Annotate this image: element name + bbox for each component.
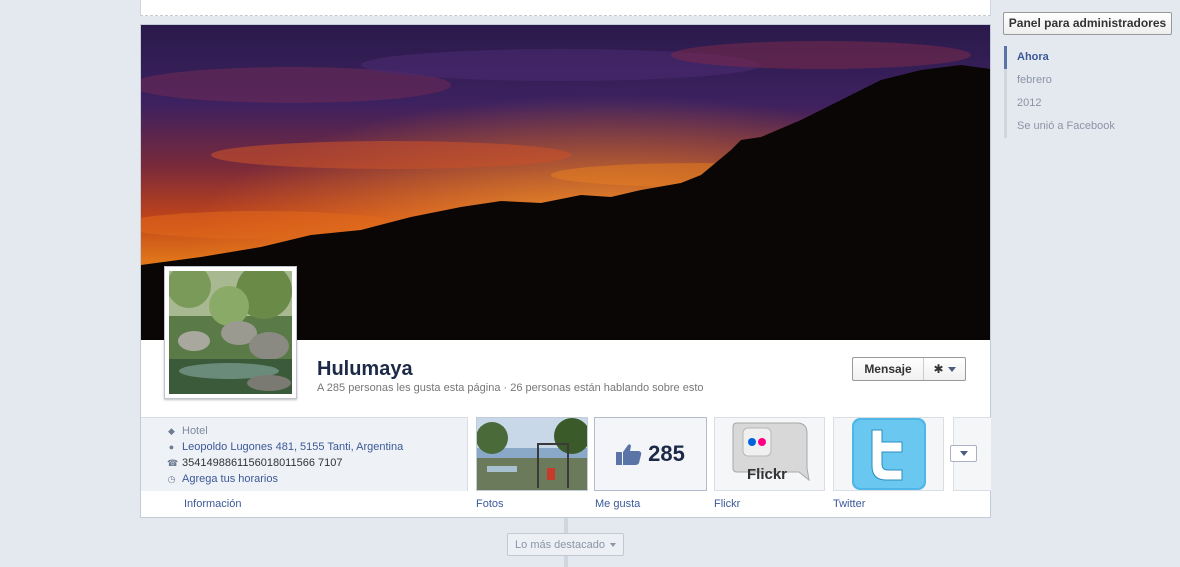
likes-count: 285 [648,441,685,466]
chevron-down-icon [959,451,968,456]
phone-text: 3541498861156018011566 7107 [182,457,343,469]
tab-likes[interactable]: Me gusta [595,498,640,510]
twitter-logo-icon [852,418,926,490]
photos-tile[interactable] [476,417,590,491]
category-text: Hotel [182,425,208,437]
admin-panel-button[interactable]: Panel para administradores [1003,12,1172,35]
about-box: ◆ Hotel ● Leopoldo Lugones 481, 5155 Tan… [141,417,468,491]
page-stats: A 285 personas les gusta esta página · 2… [317,382,704,394]
hours-row: ◷ Agrega tus horarios [167,472,278,486]
category-row: ◆ Hotel [167,424,208,438]
timeline-nav-joined[interactable]: Se unió a Facebook [1004,115,1115,138]
likes-tile[interactable]: 285 [594,417,707,491]
more-apps-button[interactable] [950,445,977,462]
tag-icon: ◆ [168,425,175,436]
settings-dropdown-button[interactable]: ✱ [924,358,965,380]
message-button-group: Mensaje ✱ [852,357,966,381]
page-header-card: Hulumaya A 285 personas les gusta esta p… [140,24,991,518]
timeline-nav-2012[interactable]: 2012 [1004,92,1115,115]
timeline-nav-february[interactable]: febrero [1004,69,1115,92]
tab-photos[interactable]: Fotos [476,498,504,510]
profile-picture[interactable] [164,266,297,399]
gear-icon: ✱ [933,362,944,376]
flickr-tile[interactable]: Flickr [714,417,825,491]
address-link[interactable]: Leopoldo Lugones 481, 5155 Tanti, Argent… [182,441,403,453]
address-row: ● Leopoldo Lugones 481, 5155 Tanti, Arge… [167,440,403,454]
previous-post-strip [140,0,991,16]
clock-icon: ◷ [167,473,176,484]
chevron-down-icon [609,542,616,547]
phone-row: ☎ 3541498861156018011566 7107 [167,456,342,470]
map-pin-icon: ● [168,442,175,452]
tab-info[interactable]: Información [184,498,241,510]
tab-twitter[interactable]: Twitter [833,498,865,510]
add-hours-link[interactable]: Agrega tus horarios [182,473,278,485]
message-button[interactable]: Mensaje [853,358,924,380]
tab-flickr[interactable]: Flickr [714,498,740,510]
chevron-down-icon [947,366,956,372]
phone-icon: ☎ [167,457,179,468]
page-title[interactable]: Hulumaya [317,358,413,381]
twitter-tile[interactable] [833,417,944,491]
flickr-logo-text: Flickr [747,466,788,483]
thumbs-up-icon [616,444,642,465]
timeline-nav: Ahora febrero 2012 Se unió a Facebook [1004,46,1115,138]
highlights-label: Lo más destacado [515,538,605,551]
highlights-filter-button[interactable]: Lo más destacado [507,533,624,556]
timeline-nav-now[interactable]: Ahora [1004,46,1115,69]
